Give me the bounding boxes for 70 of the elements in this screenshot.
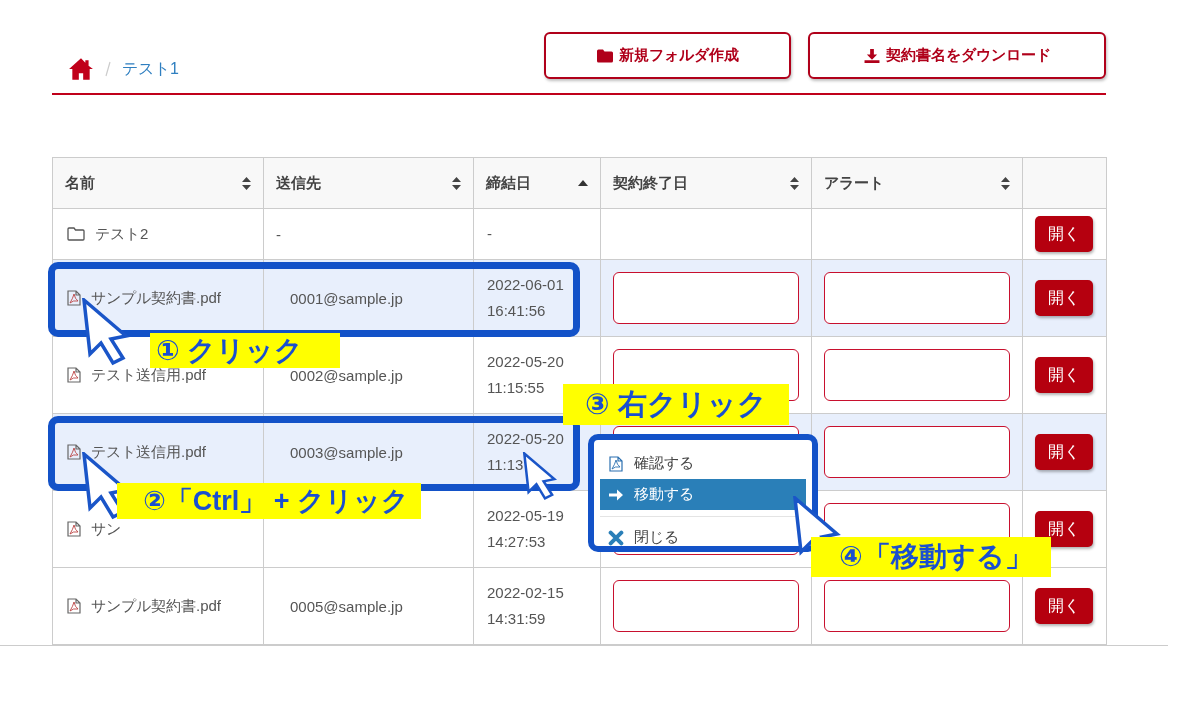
home-icon xyxy=(68,57,94,81)
file-name[interactable]: サンプル契約書.pdf xyxy=(91,596,222,616)
download-icon xyxy=(863,48,880,63)
file-name[interactable]: テスト送信用.pdf xyxy=(91,442,207,462)
recipient-text: 0002@sample.jp xyxy=(289,366,403,384)
pdf-file-icon xyxy=(67,598,81,614)
close-icon xyxy=(608,529,624,546)
callout-tooltip: ②「Ctrl」 + クリック xyxy=(117,483,422,519)
date-text: 2022-06-01 xyxy=(487,275,564,295)
folder-icon xyxy=(596,48,613,63)
download-button[interactable]: 契約書名をダウンロード xyxy=(808,32,1106,79)
open-button[interactable]: 開く xyxy=(1035,357,1093,393)
sort-icon xyxy=(242,176,251,190)
alert-field[interactable] xyxy=(824,580,1010,632)
alert-field[interactable] xyxy=(824,272,1010,324)
sort-icon xyxy=(452,176,461,190)
column-label: アラート xyxy=(824,173,884,193)
callout-tooltip: ① クリック xyxy=(150,333,340,368)
recipient-text: - xyxy=(276,225,281,243)
column-label: 締結日 xyxy=(486,173,531,193)
menu-item[interactable]: 移動する xyxy=(600,479,806,510)
sort-icon xyxy=(1001,176,1010,190)
date-text: 2022-05-20 xyxy=(487,352,564,372)
folder-icon xyxy=(67,227,85,241)
callout-tooltip: ③ 右クリック xyxy=(563,384,789,425)
column-label: 契約終了日 xyxy=(613,173,688,193)
open-button[interactable]: 開く xyxy=(1035,511,1093,547)
open-button[interactable]: 開く xyxy=(1035,588,1093,624)
column-header[interactable]: 締結日 xyxy=(473,157,601,209)
open-button[interactable]: 開く xyxy=(1035,280,1093,316)
recipient-text: 0001@sample.jp xyxy=(289,289,403,307)
breadcrumb-link[interactable]: テスト1 xyxy=(122,58,179,80)
breadcrumb-separator-icon xyxy=(104,61,112,77)
alert-field[interactable] xyxy=(824,426,1010,478)
open-button[interactable]: 開く xyxy=(1035,216,1093,252)
pointer-cursor-icon xyxy=(522,452,558,502)
date-text: 2022-05-20 xyxy=(487,429,564,449)
sort-icon xyxy=(790,176,799,190)
file-name[interactable]: サン xyxy=(91,519,121,539)
alert-field[interactable] xyxy=(824,349,1010,401)
new-folder-button[interactable]: 新規フォルダ作成 xyxy=(544,32,791,79)
date-text: 2022-02-15 xyxy=(487,583,564,603)
time-text: 14:31:59 xyxy=(487,609,546,629)
open-button[interactable]: 開く xyxy=(1035,434,1093,470)
time-text: 14:27:53 xyxy=(487,532,546,552)
column-header[interactable]: 送信先 xyxy=(263,157,474,209)
date-text: 2022-05-19 xyxy=(487,506,564,526)
column-label: 送信先 xyxy=(276,173,321,193)
pdf-file-icon xyxy=(67,290,81,306)
pdf-file-icon xyxy=(608,455,624,472)
column-label: 名前 xyxy=(65,173,95,193)
recipient-text: 0003@sample.jp xyxy=(289,443,403,461)
end-date-field[interactable] xyxy=(613,272,799,324)
column-header[interactable]: 契約終了日 xyxy=(600,157,812,209)
time-text: 11:15:55 xyxy=(487,378,545,398)
pdf-file-icon xyxy=(67,367,81,383)
column-header[interactable]: アラート xyxy=(811,157,1023,209)
pdf-file-icon xyxy=(67,444,81,460)
pdf-file-icon xyxy=(67,521,81,537)
callout-tooltip: ④「移動する」 xyxy=(811,537,1051,577)
time-text: 16:41:56 xyxy=(487,301,546,321)
column-header[interactable]: 名前 xyxy=(52,157,264,209)
time-text: 11:13 xyxy=(487,455,524,475)
date-text: - xyxy=(487,224,492,244)
folder-name[interactable]: テスト2 xyxy=(95,224,149,244)
sort-ascending-icon xyxy=(578,180,588,186)
end-date-field[interactable] xyxy=(613,580,799,632)
recipient-text: 0005@sample.jp xyxy=(289,597,403,615)
file-name[interactable]: サンプル契約書.pdf xyxy=(91,288,222,308)
file-name[interactable]: テスト送信用.pdf xyxy=(91,365,207,385)
